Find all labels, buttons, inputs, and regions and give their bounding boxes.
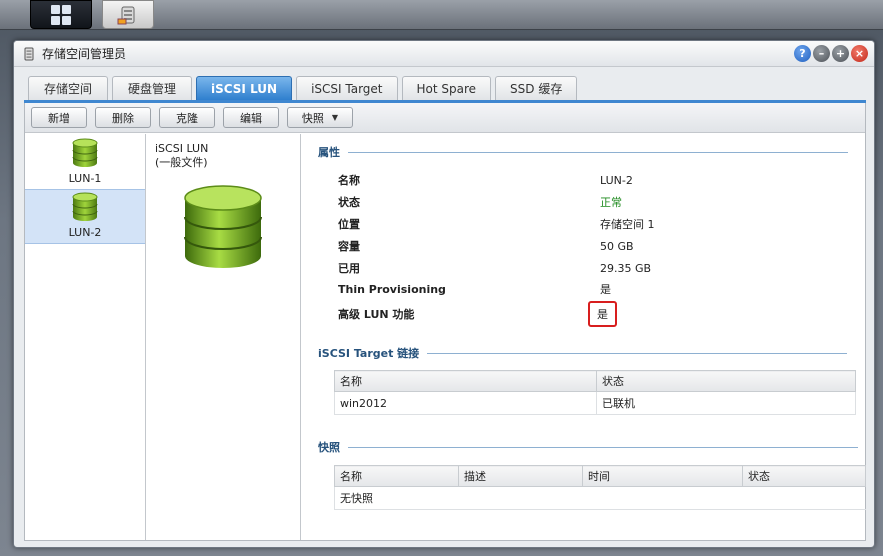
- advanced-lun-value-highlighted: 是: [588, 301, 617, 327]
- lun-item-label: LUN-2: [68, 226, 102, 239]
- column-header-name[interactable]: 名称: [334, 465, 459, 487]
- database-icon: [72, 138, 98, 167]
- property-row: 位置 存储空间 1: [338, 215, 874, 233]
- target-name-cell: win2012: [334, 391, 597, 415]
- close-icon[interactable]: ×: [851, 45, 868, 62]
- storage-manager-taskbar-button[interactable]: [102, 0, 154, 29]
- lun-list-item[interactable]: LUN-2: [25, 189, 145, 244]
- property-key: 位置: [338, 218, 360, 231]
- property-value: 存储空间 1: [600, 218, 655, 231]
- properties-heading: 属性: [318, 144, 848, 160]
- column-header-description[interactable]: 描述: [458, 465, 583, 487]
- target-links-table: 名称 状态 win2012 已联机: [334, 370, 856, 415]
- property-key: 状态: [338, 196, 360, 209]
- lun-item-label: LUN-1: [68, 172, 102, 185]
- tab-ssd-cache[interactable]: SSD 缓存: [495, 76, 578, 100]
- taskbar: [0, 0, 883, 30]
- column-header-name[interactable]: 名称: [334, 370, 597, 392]
- tab-iscsi-lun[interactable]: iSCSI LUN: [196, 76, 293, 100]
- minimize-icon[interactable]: –: [813, 45, 830, 62]
- main-menu-button[interactable]: [30, 0, 92, 29]
- toolbar: 新增 删除 克隆 编辑 快照 ▼: [25, 103, 865, 133]
- lun-list-item[interactable]: LUN-1: [25, 134, 145, 189]
- snapshots-heading-text: 快照: [318, 441, 340, 454]
- snapshots-heading: 快照: [318, 439, 858, 455]
- property-value: 29.35 GB: [600, 261, 652, 275]
- property-row: 高级 LUN 功能 是: [338, 300, 874, 328]
- property-row: 已用 29.35 GB: [338, 259, 874, 277]
- grid-icon: [51, 4, 71, 25]
- tab-hot-spare[interactable]: Hot Spare: [401, 76, 492, 100]
- column-header-time[interactable]: 时间: [582, 465, 743, 487]
- large-database-icon: [184, 185, 262, 268]
- maximize-icon[interactable]: +: [832, 45, 849, 62]
- delete-button[interactable]: 删除: [95, 107, 151, 128]
- target-links-heading-text: iSCSI Target 链接: [318, 347, 420, 360]
- column-header-status[interactable]: 状态: [742, 465, 866, 487]
- snapshots-table: 名称 描述 时间 状态 无快照: [334, 465, 866, 510]
- status-value: 正常: [600, 196, 622, 209]
- properties-heading-text: 属性: [318, 146, 340, 159]
- storage-manager-icon: [117, 6, 135, 24]
- target-status-cell: 已联机: [596, 391, 856, 415]
- property-key: 名称: [338, 174, 360, 187]
- storage-manager-icon: [24, 47, 34, 60]
- tab-volume[interactable]: 存储空间: [28, 76, 108, 100]
- iscsi-lun-panel: 新增 删除 克隆 编辑 快照 ▼ LUN-1 LUN-2 iSCSI LUN (…: [24, 103, 866, 541]
- edit-button[interactable]: 编辑: [223, 107, 279, 128]
- property-row: 名称 LUN-2: [338, 171, 874, 189]
- property-key: 高级 LUN 功能: [338, 308, 415, 321]
- new-button[interactable]: 新增: [31, 107, 87, 128]
- tab-iscsi-target[interactable]: iSCSI Target: [296, 76, 398, 100]
- property-key: 容量: [338, 240, 360, 253]
- dropdown-arrow-icon: ▼: [331, 113, 339, 122]
- title-bar[interactable]: 存储空间管理员 ? – + ×: [14, 41, 874, 67]
- help-icon[interactable]: ?: [794, 45, 811, 62]
- snapshot-button-label: 快照: [301, 111, 324, 125]
- property-value: LUN-2: [600, 173, 633, 187]
- window-title: 存储空间管理员: [42, 47, 127, 61]
- table-row: 无快照: [334, 486, 866, 510]
- lun-type-label: iSCSI LUN: [155, 142, 209, 155]
- property-row: 状态 正常: [338, 193, 874, 211]
- snapshot-dropdown-button[interactable]: 快照 ▼: [287, 107, 353, 128]
- lun-list: LUN-1 LUN-2: [25, 134, 146, 540]
- database-icon: [72, 192, 98, 221]
- lun-detail: 属性 名称 LUN-2 状态 正常 位置 存储空间 1 容量 50 GB 已用 …: [310, 134, 866, 540]
- property-value: 是: [600, 283, 611, 296]
- target-links-heading: iSCSI Target 链接: [318, 345, 848, 361]
- column-header-status[interactable]: 状态: [596, 370, 856, 392]
- storage-manager-window: 存储空间管理员 ? – + × 存储空间 硬盘管理 iSCSI LUN iSCS…: [13, 40, 875, 548]
- clone-button[interactable]: 克隆: [159, 107, 215, 128]
- property-key: 已用: [338, 262, 360, 275]
- empty-snapshots-text: 无快照: [334, 486, 866, 510]
- property-row: Thin Provisioning 是: [338, 280, 874, 298]
- tab-bar: 存储空间 硬盘管理 iSCSI LUN iSCSI Target Hot Spa…: [28, 76, 578, 100]
- lun-subtype-label: (一般文件): [155, 156, 208, 169]
- table-row[interactable]: win2012 已联机: [334, 391, 856, 415]
- tab-hdd-management[interactable]: 硬盘管理: [112, 76, 192, 100]
- property-key: Thin Provisioning: [338, 282, 446, 296]
- property-value: 50 GB: [600, 239, 634, 253]
- property-row: 容量 50 GB: [338, 237, 874, 255]
- lun-summary: iSCSI LUN (一般文件): [151, 134, 301, 540]
